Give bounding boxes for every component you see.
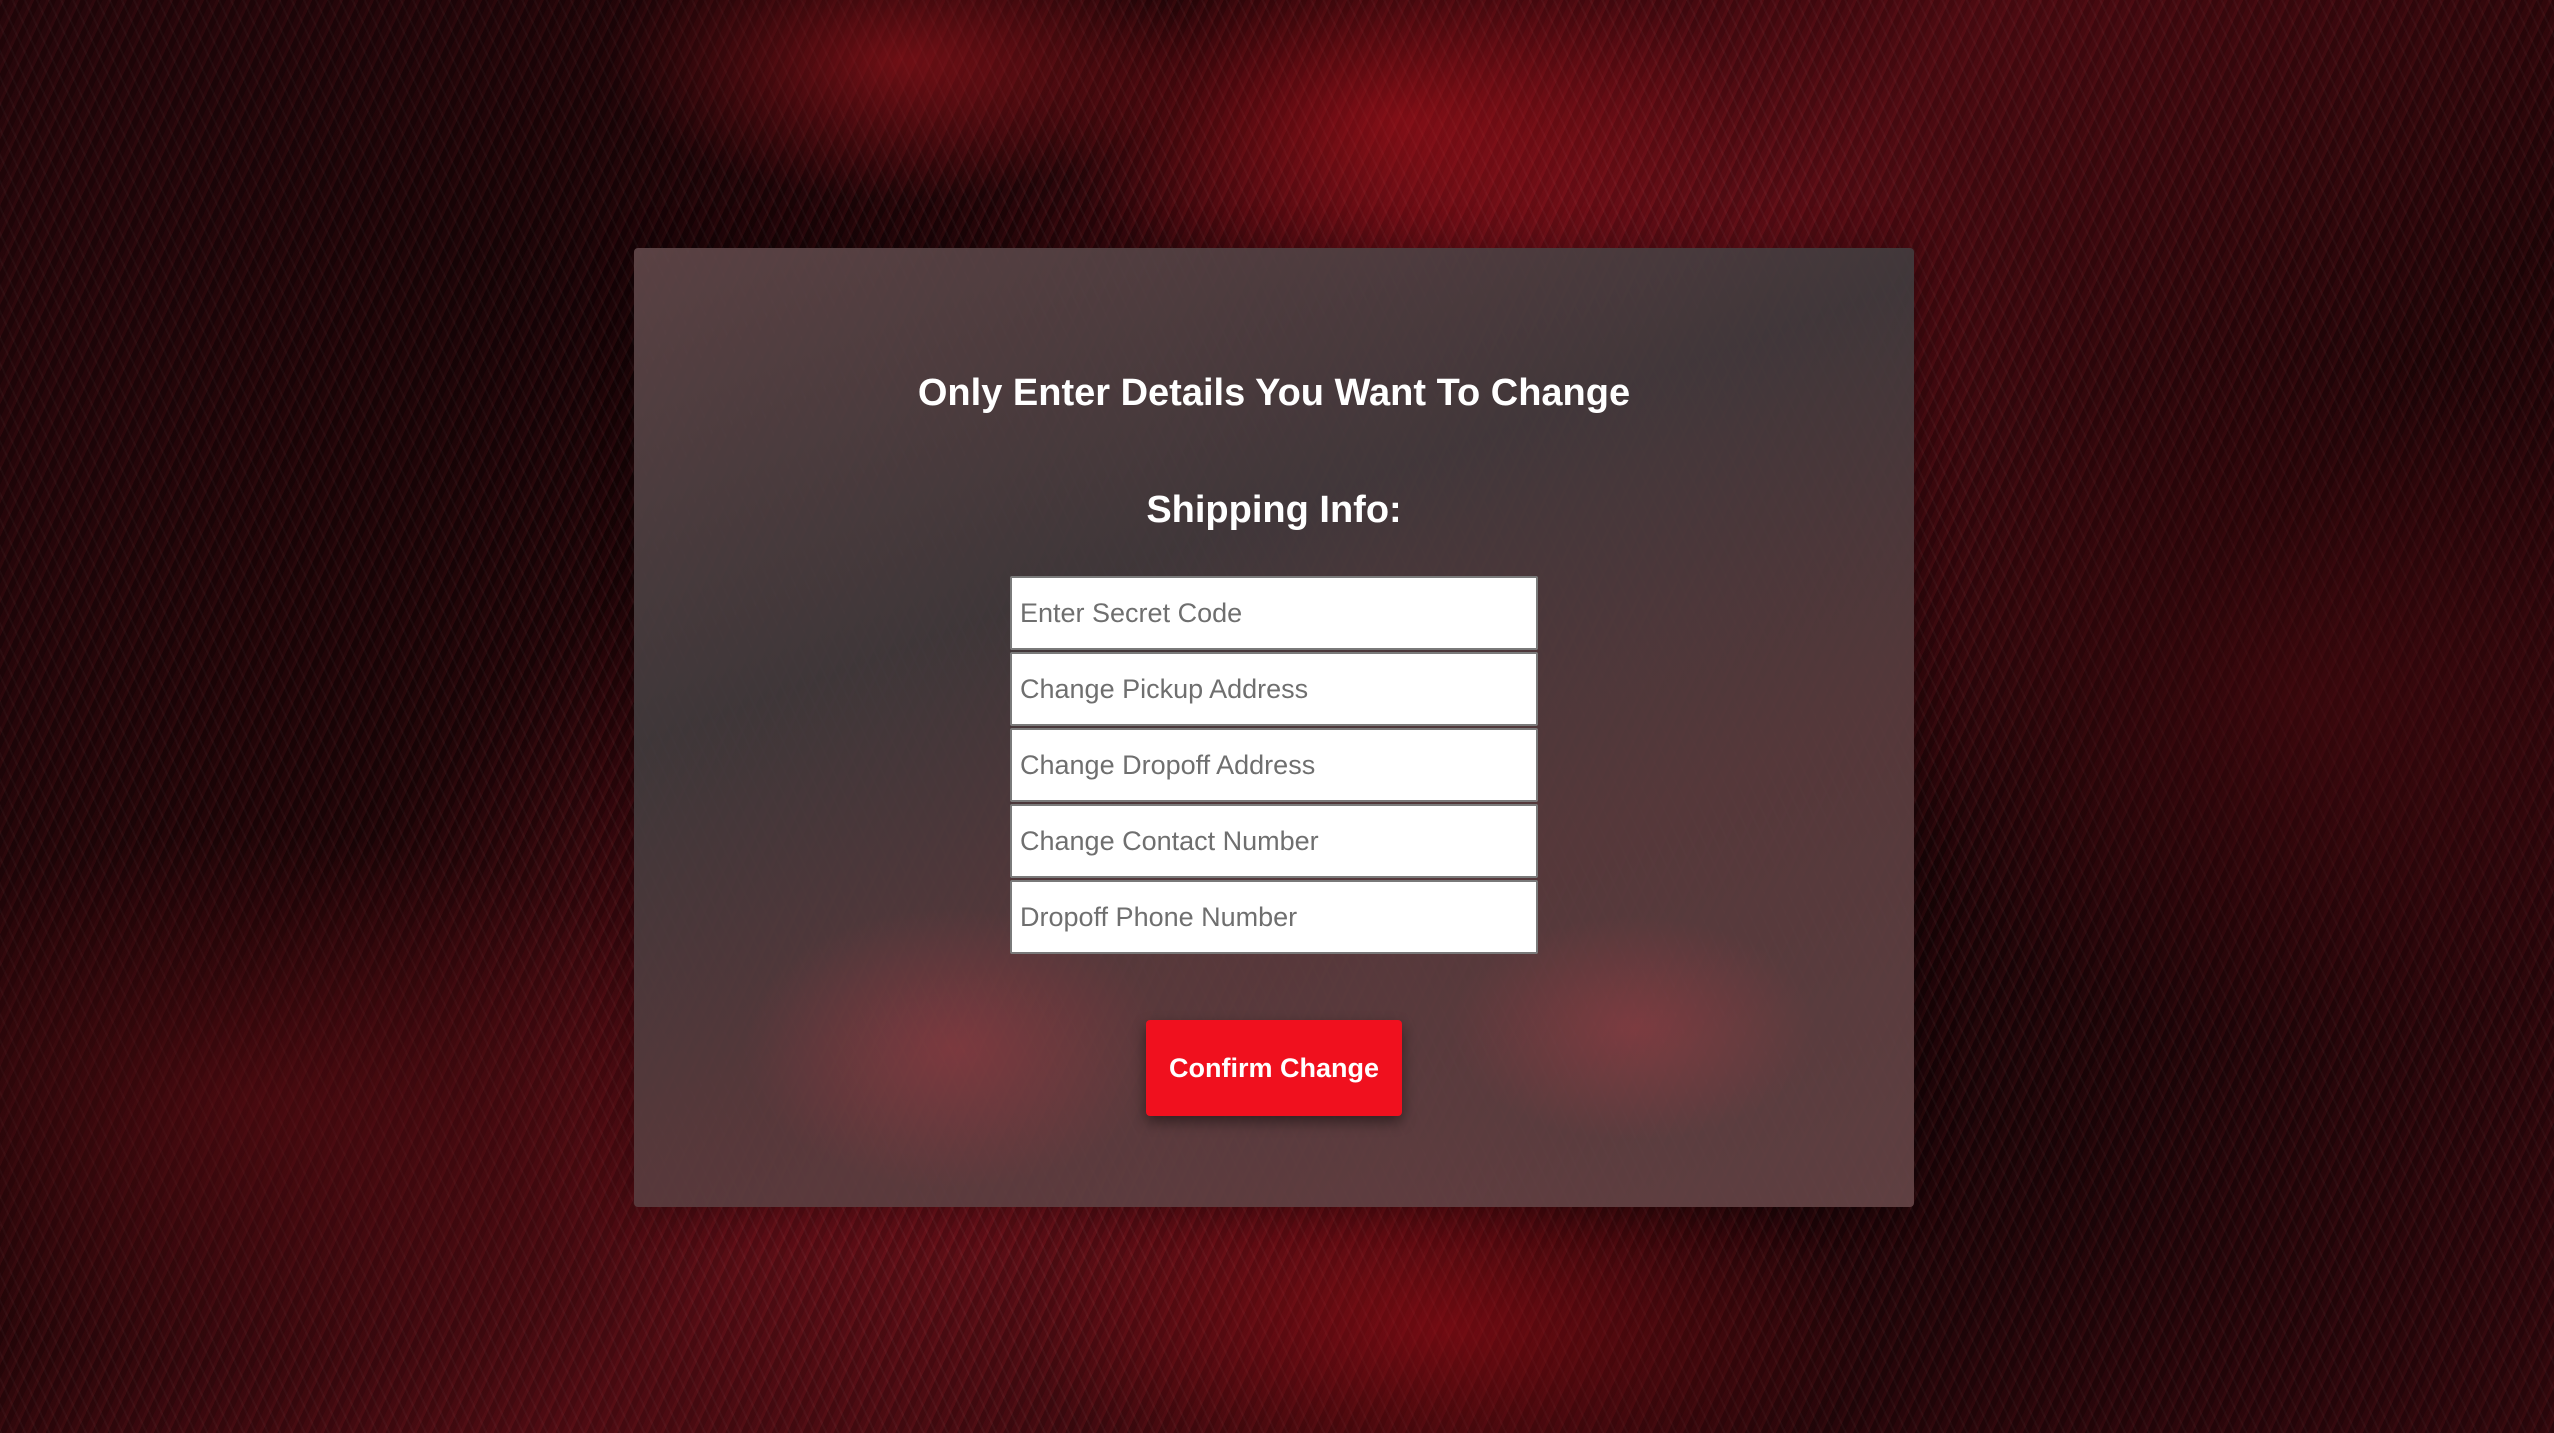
dropoff-phone-input[interactable] <box>1010 880 1538 954</box>
section-title-shipping-info: Shipping Info: <box>1146 489 1402 531</box>
page-title: Only Enter Details You Want To Change <box>917 372 1631 414</box>
shipping-info-form <box>1010 576 1538 956</box>
confirm-change-button[interactable]: Confirm Change <box>1146 1020 1402 1116</box>
change-details-panel: Only Enter Details You Want To Change Sh… <box>634 248 1914 1207</box>
dropoff-address-input[interactable] <box>1010 728 1538 802</box>
pickup-address-input[interactable] <box>1010 652 1538 726</box>
contact-number-input[interactable] <box>1010 804 1538 878</box>
secret-code-input[interactable] <box>1010 576 1538 650</box>
